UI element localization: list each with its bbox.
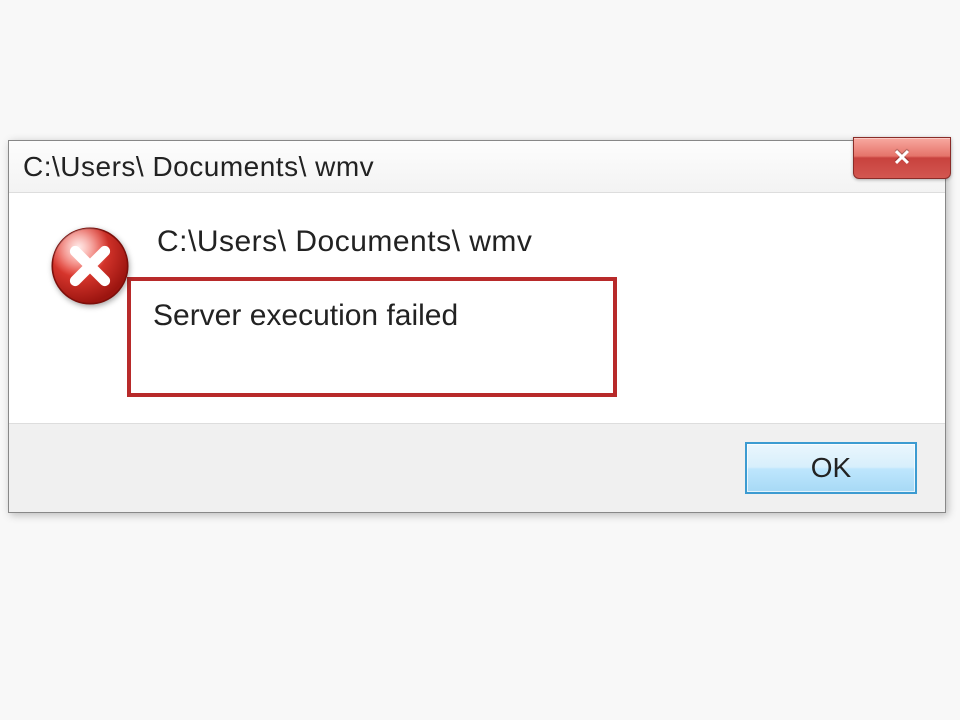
close-button[interactable]: ✕ [853,137,951,179]
error-dialog: C:\Users\ Documents\ wmv ✕ [8,140,946,513]
content-text: C:\Users\ Documents\ wmv Server executio… [157,221,915,397]
dialog-title: C:\Users\ Documents\ wmv [23,151,374,183]
close-icon: ✕ [893,145,911,171]
error-message: Server execution failed [153,299,591,333]
dialog-content: C:\Users\ Documents\ wmv Server executio… [9,193,945,423]
ok-button[interactable]: OK [745,442,917,494]
error-icon [49,225,131,307]
content-path: C:\Users\ Documents\ wmv [157,225,915,259]
button-area: OK [9,423,945,512]
error-highlight-box: Server execution failed [127,277,617,397]
titlebar[interactable]: C:\Users\ Documents\ wmv ✕ [9,141,945,193]
